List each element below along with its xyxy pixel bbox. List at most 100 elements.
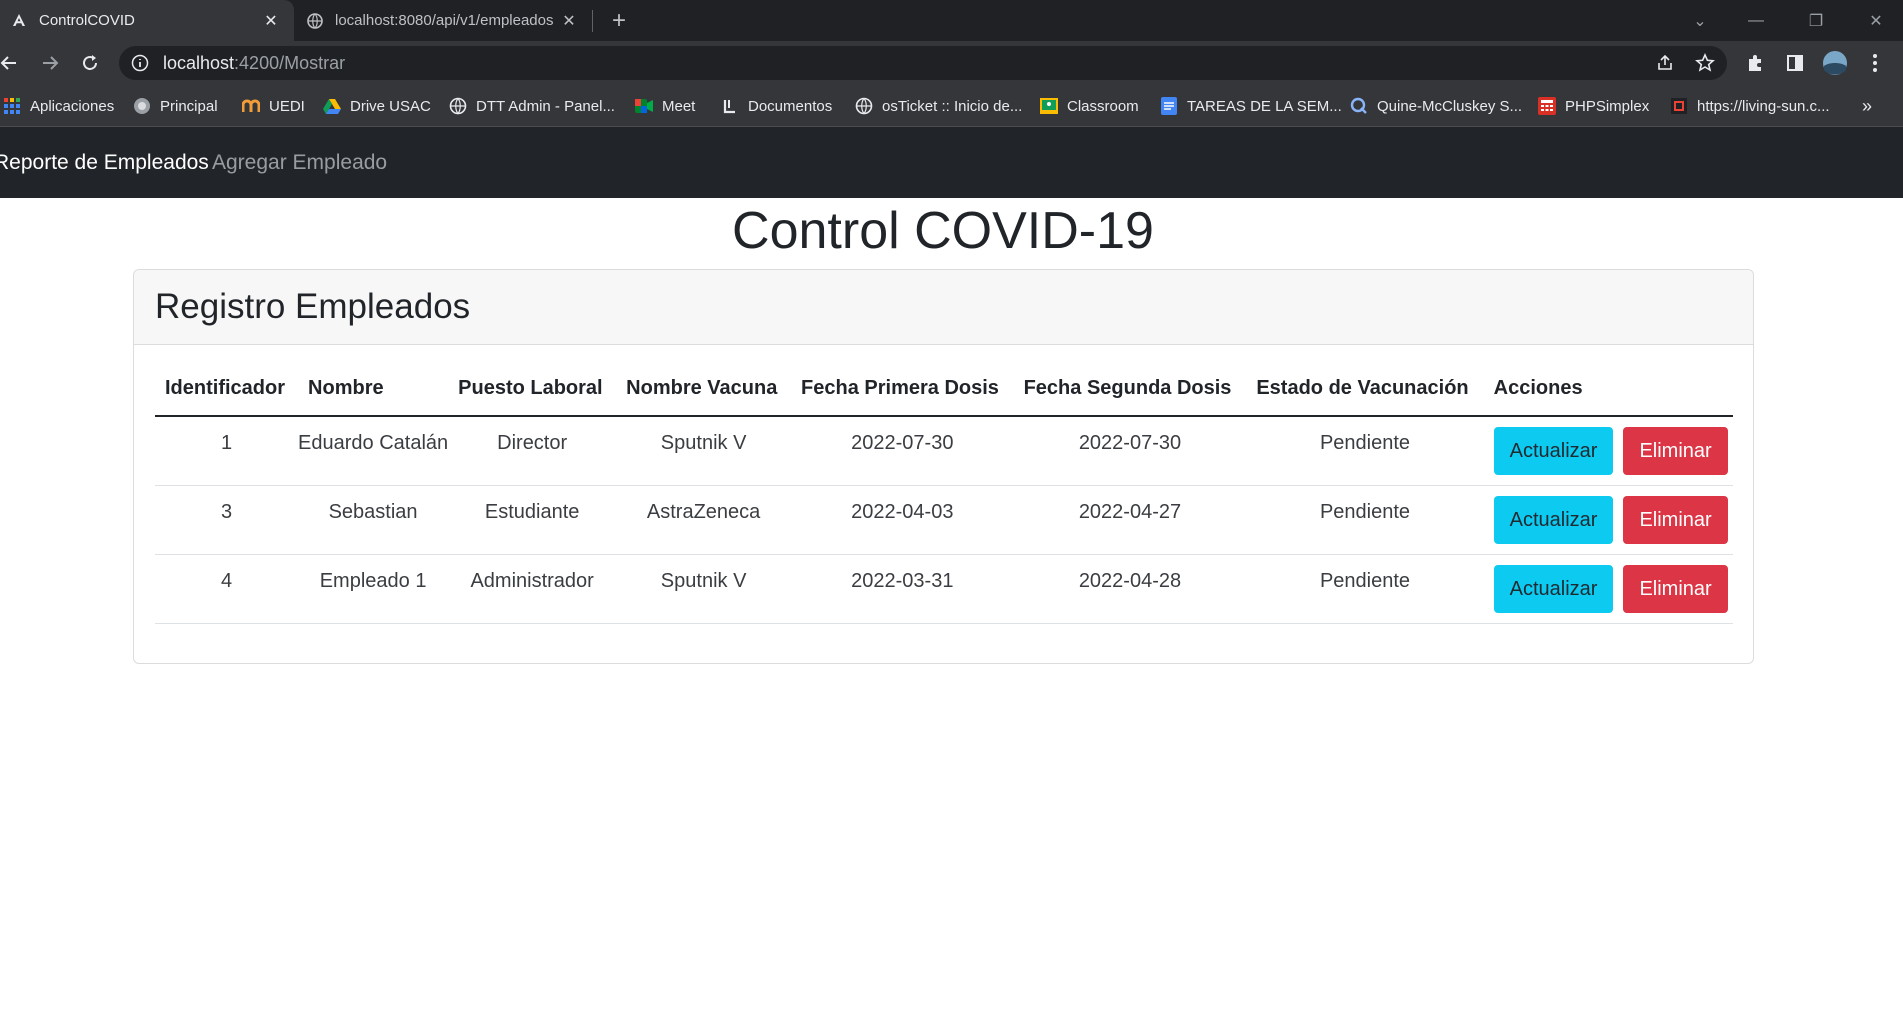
cell-acciones: Actualizar Eliminar (1483, 416, 1733, 486)
site-info-icon[interactable] (131, 54, 149, 72)
uedi-icon (242, 97, 260, 115)
column-header-puesto: Puesto Laboral (448, 362, 617, 417)
bookmark-quine-mccluskey[interactable]: Quine-McCluskey S... (1350, 85, 1522, 127)
bookmark-phpsimplex[interactable]: PHPSimplex (1538, 85, 1649, 127)
nav-link-reporte-empleados[interactable]: Reporte de Empleados (0, 127, 209, 198)
cell-nombre: Empleado 1 (298, 554, 449, 624)
table-row: 4 Empleado 1 Administrador Sputnik V 202… (155, 554, 1733, 624)
cell-nombre: Sebastian (298, 485, 449, 555)
bookmark-star-icon[interactable] (1690, 48, 1720, 78)
cell-acciones: Actualizar Eliminar (1483, 485, 1733, 555)
forward-arrow-icon[interactable] (35, 48, 65, 78)
angular-icon (10, 12, 28, 30)
page-title: Control COVID-19 (732, 202, 1154, 260)
table-row: 3 Sebastian Estudiante AstraZeneca 2022-… (155, 485, 1733, 555)
q-icon (1350, 97, 1368, 115)
calculator-icon (1538, 97, 1556, 115)
browser-menu-icon[interactable] (1860, 48, 1890, 78)
column-header-identificador: Identificador (155, 362, 299, 417)
column-header-acciones: Acciones (1483, 362, 1733, 417)
actualizar-button[interactable]: Actualizar (1493, 427, 1614, 475)
bookmark-label: Meet (662, 97, 696, 115)
bookmark-drive-usac[interactable]: Drive USAC (323, 85, 431, 127)
cell-identificador: 3 (155, 485, 299, 555)
column-header-fecha-segunda: Fecha Segunda Dosis (1013, 362, 1247, 417)
close-window-icon[interactable]: ✕ (1856, 0, 1896, 41)
cell-fecha-segunda: 2022-04-27 (1013, 485, 1247, 555)
cell-nombre: Eduardo Catalán (298, 416, 449, 486)
bookmark-label: DTT Admin - Panel... (476, 97, 615, 115)
back-arrow-icon[interactable] (0, 48, 24, 78)
bookmarks-overflow-chevron-icon[interactable]: » (1862, 85, 1872, 127)
cell-identificador: 4 (155, 554, 299, 624)
bookmark-label: https://living-sun.c... (1697, 97, 1830, 115)
employees-table: Identificador Nombre Puesto Laboral Nomb… (155, 362, 1733, 624)
url-text: localhost:4200/Mostrar (163, 53, 345, 74)
drive-icon (323, 97, 341, 115)
new-tab-plus-icon[interactable]: + (606, 7, 632, 34)
restore-icon[interactable]: ❐ (1796, 0, 1836, 41)
bookmark-osticket[interactable]: osTicket :: Inicio de... (855, 85, 1022, 127)
bookmark-label: UEDI (269, 97, 305, 115)
tab-title: localhost:8080/api/v1/empleados (335, 12, 554, 29)
browser-toolbar: localhost:4200/Mostrar (0, 41, 1903, 85)
url-host: localhost (163, 52, 235, 73)
browser-tab-strip: ControlCOVID ✕ localhost:8080/api/v1/emp… (0, 0, 1903, 41)
cell-fecha-segunda: 2022-04-28 (1013, 554, 1247, 624)
cell-fecha-primera: 2022-07-30 (791, 416, 1014, 486)
cell-estado: Pendiente (1246, 485, 1484, 555)
cell-vacuna: Sputnik V (616, 416, 792, 486)
bookmark-label: Documentos (748, 97, 833, 115)
table-row: 1 Eduardo Catalán Director Sputnik V 202… (155, 416, 1733, 486)
cell-puesto: Administrador (448, 554, 617, 624)
actualizar-button[interactable]: Actualizar (1493, 564, 1614, 613)
bookmark-documentos[interactable]: Documentos (721, 85, 832, 127)
site-icon (1670, 97, 1688, 115)
globe-icon (855, 97, 873, 115)
minimize-icon[interactable]: — (1736, 0, 1776, 41)
eliminar-button[interactable]: Eliminar (1623, 495, 1728, 544)
cell-fecha-primera: 2022-03-31 (791, 554, 1014, 624)
profile-avatar[interactable] (1820, 48, 1850, 78)
close-tab-icon[interactable]: ✕ (260, 10, 282, 32)
bookmark-classroom[interactable]: Classroom (1040, 85, 1139, 127)
tab-search-chevron-icon[interactable]: ⌄ (1680, 0, 1720, 41)
bookmark-label: TAREAS DE LA SEM... (1187, 97, 1342, 115)
eliminar-button[interactable]: Eliminar (1623, 427, 1728, 475)
extensions-puzzle-icon[interactable] (1740, 48, 1770, 78)
bookmark-tareas[interactable]: TAREAS DE LA SEM... (1160, 85, 1342, 127)
bookmark-uedi[interactable]: UEDI (242, 85, 305, 127)
side-panel-icon[interactable] (1780, 48, 1810, 78)
close-tab-icon[interactable]: ✕ (558, 10, 580, 32)
bookmark-label: Aplicaciones (30, 97, 115, 115)
bookmark-principal[interactable]: Principal (133, 85, 218, 127)
address-bar[interactable]: localhost:4200/Mostrar (119, 46, 1727, 80)
column-header-vacuna: Nombre Vacuna (616, 362, 792, 417)
cell-vacuna: AstraZeneca (616, 485, 792, 555)
tab-separator (592, 10, 593, 32)
cell-acciones: Actualizar Eliminar (1483, 554, 1733, 624)
bookmark-aplicaciones[interactable]: Aplicaciones (3, 85, 114, 127)
cell-fecha-primera: 2022-04-03 (791, 485, 1014, 555)
bookmark-dtt-admin[interactable]: DTT Admin - Panel... (449, 85, 615, 127)
eliminar-button[interactable]: Eliminar (1623, 564, 1728, 613)
classroom-icon (1040, 97, 1058, 115)
reload-icon[interactable] (75, 48, 105, 78)
actualizar-button[interactable]: Actualizar (1493, 495, 1614, 544)
cell-identificador: 1 (155, 416, 299, 486)
cell-puesto: Estudiante (448, 485, 617, 555)
bookmark-label: Classroom (1067, 97, 1139, 115)
table-header-row: Identificador Nombre Puesto Laboral Nomb… (155, 362, 1733, 417)
tab-title: ControlCOVID (39, 12, 135, 29)
card-title: Registro Empleados (155, 287, 471, 326)
bookmark-label: Quine-McCluskey S... (1377, 97, 1523, 115)
share-icon[interactable] (1650, 48, 1680, 78)
bookmark-meet[interactable]: Meet (635, 85, 695, 127)
tab-api-empleados[interactable]: localhost:8080/api/v1/empleados ✕ (296, 0, 592, 41)
apps-grid-icon (3, 97, 21, 115)
employees-card: Registro Empleados Identificador Nombre … (133, 269, 1754, 664)
column-header-estado: Estado de Vacunación (1246, 362, 1484, 417)
tab-controlcovid[interactable]: ControlCOVID ✕ (0, 0, 294, 41)
nav-link-agregar-empleado[interactable]: Agregar Empleado (212, 127, 387, 198)
bookmark-living-sun[interactable]: https://living-sun.c... (1670, 85, 1830, 127)
